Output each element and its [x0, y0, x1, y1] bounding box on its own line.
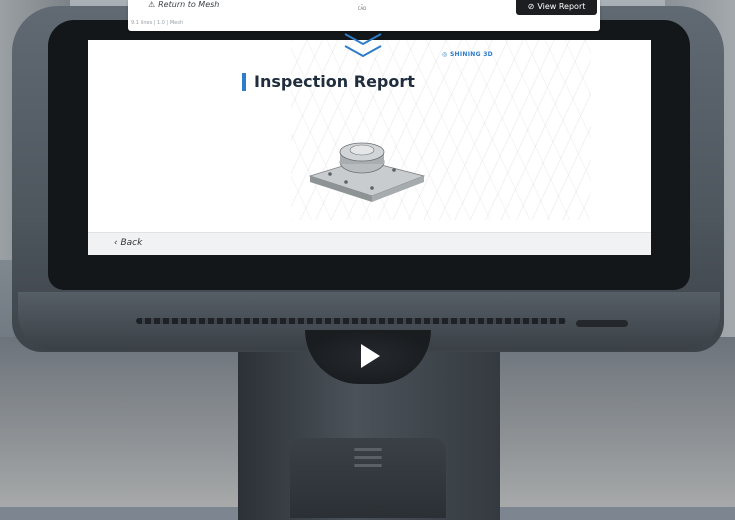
- brand-logo: ◎ SHINING 3D: [442, 51, 493, 58]
- report-icon: ⊘: [527, 1, 535, 11]
- device-grip: [290, 438, 446, 518]
- cad-toggle[interactable]: ⌄ CAD: [356, 1, 368, 11]
- return-to-mesh-button[interactable]: ⚠ Return to Mesh: [148, 0, 219, 9]
- grip-ridge: [354, 456, 382, 459]
- top-toolbar: ⚠ Return to Mesh ⌄ CAD ⊘ View Report 9.1…: [128, 0, 600, 31]
- part-model-image: [308, 142, 426, 202]
- screen-footer: ‹ Back: [88, 232, 651, 255]
- grip-ridge: [354, 464, 382, 467]
- device-screen: ◎ SHINING 3D Inspection Report ‹ Back: [88, 40, 651, 255]
- chevron-down-icon[interactable]: [343, 32, 383, 62]
- view-report-button[interactable]: ⊘ View Report: [516, 0, 597, 15]
- title-accent-bar: [242, 73, 246, 91]
- device-vent: [136, 318, 566, 324]
- brand-logo-icon: ◎: [442, 51, 450, 58]
- page-title: Inspection Report: [254, 72, 415, 91]
- back-button[interactable]: ‹ Back: [114, 238, 142, 248]
- warning-icon: ⚠: [148, 0, 156, 9]
- play-icon: [361, 344, 380, 368]
- grip-ridge: [354, 448, 382, 451]
- device-slot: [576, 320, 628, 327]
- status-meta: 9.1 lines | 1.0 | Mesh: [131, 20, 184, 26]
